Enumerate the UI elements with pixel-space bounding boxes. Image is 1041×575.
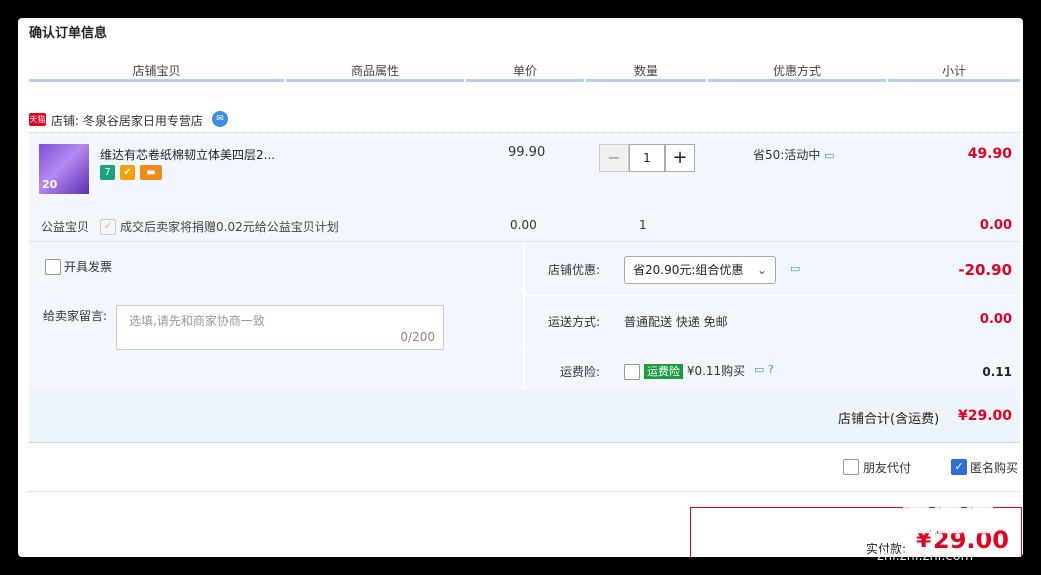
insurance-checkbox[interactable] <box>624 364 640 380</box>
invoice-checkbox[interactable] <box>45 259 61 275</box>
row-divider <box>525 345 1020 346</box>
seller-message-input[interactable]: 选填,请先和商家协商一致 0/200 <box>116 305 444 350</box>
insurance-label: 运费险: <box>560 365 601 379</box>
credit-card-icon: ▬ <box>140 165 162 180</box>
seven-day-return-icon: 7 <box>100 165 115 180</box>
charity-price: 0.00 <box>510 218 537 232</box>
column-header-quantity: 数量 <box>633 64 658 78</box>
unit-price: 99.90 <box>508 145 546 160</box>
anonymous-checkbox[interactable]: ✓ <box>951 459 967 475</box>
shipping-label: 运送方式: <box>548 315 601 329</box>
row-divider <box>525 295 1020 296</box>
guarantee-icon: ✔ <box>120 165 135 180</box>
product-thumbnail-text: 20 <box>42 178 58 191</box>
charity-subtotal: 0.00 <box>979 218 1012 233</box>
row-divider <box>29 289 523 290</box>
discount-amount: -20.90 <box>958 261 1012 279</box>
shop-discount-label: 店铺优惠: <box>548 263 601 277</box>
chevron-down-icon: ⌄ <box>756 263 767 277</box>
friend-pay-label: 朋友代付 <box>863 461 912 475</box>
item-subtotal: 49.90 <box>967 146 1012 162</box>
charity-quantity: 1 <box>639 218 647 232</box>
quantity-decrease-button[interactable]: − <box>599 144 629 172</box>
shop-total-label: 店铺合计(含运费) <box>838 412 940 427</box>
insurance-amount: 0.11 <box>982 365 1012 379</box>
header-underline <box>29 79 284 82</box>
order-panel: 确认订单信息 店铺宝贝 商品属性 单价 数量 优惠方式 小计 天猫 店铺: 冬泉… <box>18 18 1023 557</box>
message-placeholder: 选填,请先和商家协商一致 <box>129 314 265 328</box>
column-header-attributes: 商品属性 <box>350 64 399 78</box>
discount-select[interactable]: 省20.90元:组合优惠 ⌄ <box>624 256 776 284</box>
column-header-discount: 优惠方式 <box>772 64 821 78</box>
shop-total-amount: ¥29.00 <box>957 408 1012 424</box>
watermark-logo: 值值值 <box>897 500 995 540</box>
quantity-increase-button[interactable]: + <box>665 144 695 172</box>
header-underline <box>466 79 584 82</box>
chat-icon[interactable]: ✉ <box>212 111 228 127</box>
message-counter: 0/200 <box>400 330 435 344</box>
watermark-url: zhi.zhi.zhi.com <box>877 549 974 564</box>
comment-icon[interactable]: ▭ <box>754 363 764 376</box>
shop-name[interactable]: 店铺: 冬泉谷居家日用专营店 <box>51 112 203 129</box>
charity-text: 成交后卖家将捐赠0.02元给公益宝贝计划 <box>120 220 339 234</box>
header-underline <box>586 79 706 82</box>
insurance-badge: 运费险 <box>644 364 683 379</box>
promo-label: 省50:活动中 <box>753 148 821 162</box>
column-header-unit-price: 单价 <box>512 64 537 78</box>
message-label: 给卖家留言: <box>43 309 108 323</box>
product-title[interactable]: 维达有芯卷纸棉韧立体美四层2... <box>100 146 275 163</box>
charity-label: 公益宝贝 <box>41 220 90 234</box>
comment-icon[interactable]: ▭ <box>824 149 834 162</box>
tmall-icon: 天猫 <box>29 113 46 126</box>
insurance-price: ¥0.11购买 <box>686 364 746 378</box>
friend-pay-checkbox[interactable] <box>843 459 859 475</box>
quantity-input[interactable]: 1 <box>629 144 665 172</box>
help-icon[interactable]: ? <box>768 363 774 376</box>
insurance-offer: 运费险 ¥0.11购买 <box>644 362 745 379</box>
header-underline <box>888 79 1020 82</box>
shipping-method: 普通配送 快递 免邮 <box>624 315 728 329</box>
column-header-item: 店铺宝贝 <box>132 64 181 78</box>
header-underline <box>286 79 464 82</box>
page-title: 确认订单信息 <box>29 26 108 41</box>
promo-text: 省50:活动中 ▭ <box>753 146 835 163</box>
column-header-subtotal: 小计 <box>941 64 966 78</box>
charity-checkbox: ✓ <box>100 219 116 235</box>
invoice-label: 开具发票 <box>64 260 113 274</box>
discount-selected: 省20.90元:组合优惠 <box>633 263 744 277</box>
anonymous-label: 匿名购买 <box>970 461 1019 475</box>
comment-icon[interactable]: ▭ <box>790 262 800 275</box>
header-underline <box>708 79 886 82</box>
divider <box>29 491 1020 492</box>
shipping-amount: 0.00 <box>979 312 1012 327</box>
